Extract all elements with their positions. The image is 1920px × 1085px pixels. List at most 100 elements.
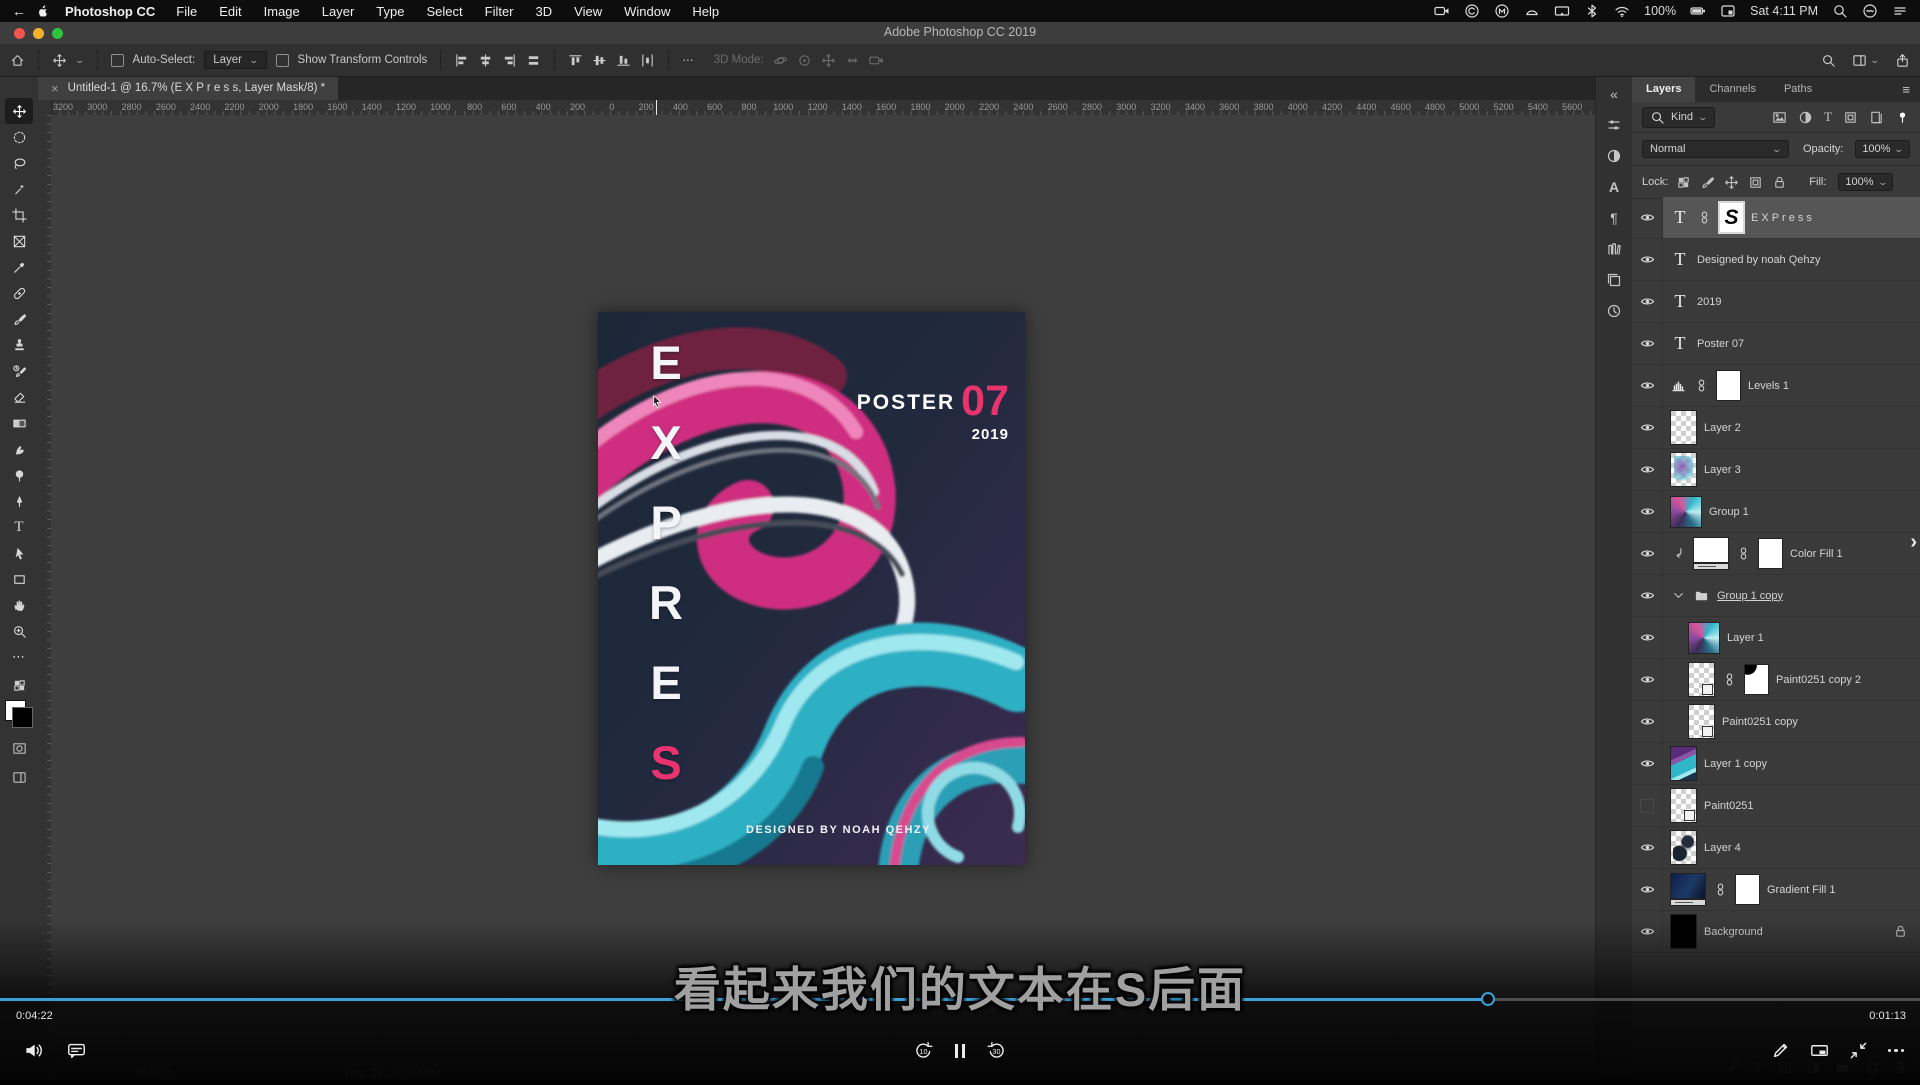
opacity-field[interactable]: 100% ⌄ — [1855, 140, 1910, 158]
layer-visibility-toggle[interactable] — [1632, 617, 1663, 658]
more-options-icon[interactable] — [1888, 1049, 1905, 1053]
layer-row[interactable]: Paint0251 copy — [1632, 701, 1920, 743]
battery-icon[interactable] — [1690, 3, 1706, 19]
auto-select-checkbox[interactable] — [111, 54, 124, 67]
layer-mask-thumbnail[interactable] — [1717, 371, 1740, 400]
layer-name[interactable]: Layer 3 — [1704, 464, 1741, 476]
move-tool-preset-icon[interactable] — [52, 53, 67, 68]
layer-visibility-toggle[interactable] — [1632, 491, 1663, 532]
layer-name[interactable]: Layer 1 copy — [1704, 758, 1767, 770]
rewind-10-button[interactable]: 10 — [914, 1041, 933, 1060]
3d-orbit-icon[interactable] — [773, 53, 788, 68]
layer-name[interactable]: E X P r e s s — [1751, 212, 1812, 224]
spotlight-search-icon[interactable] — [1832, 3, 1848, 19]
tool-healing-icon[interactable] — [5, 280, 33, 306]
tool-brush-icon[interactable] — [5, 306, 33, 332]
layer-thumbnail[interactable] — [1671, 789, 1696, 822]
layer-name[interactable]: Group 1 copy — [1717, 590, 1783, 602]
annotate-pencil-icon[interactable] — [1771, 1041, 1790, 1060]
layer-thumbnail[interactable] — [1671, 497, 1701, 527]
layer-visibility-toggle[interactable] — [1632, 449, 1663, 490]
mask-link-icon[interactable] — [1736, 546, 1751, 561]
tool-wand-icon[interactable] — [5, 176, 33, 202]
color-swatches[interactable] — [4, 699, 34, 729]
tool-lasso-icon[interactable] — [5, 150, 33, 176]
menu-edit[interactable]: Edit — [208, 4, 252, 19]
layer-visibility-toggle[interactable] — [1632, 239, 1663, 280]
layer-visibility-toggle[interactable] — [1632, 575, 1663, 616]
close-tab-icon[interactable]: × — [51, 81, 59, 96]
menu-type[interactable]: Type — [365, 4, 415, 19]
distribute-vertical-icon[interactable] — [640, 53, 655, 68]
align-vertical-centers-icon[interactable] — [592, 53, 607, 68]
tool-dodge-icon[interactable] — [5, 462, 33, 488]
tool-path-select-icon[interactable] — [5, 540, 33, 566]
airplay-display-icon[interactable] — [1554, 3, 1570, 19]
mask-link-icon[interactable] — [1697, 210, 1712, 225]
layer-mask-thumbnail[interactable] — [1759, 539, 1782, 568]
menu-clock[interactable]: Sat 4:11 PM — [1750, 4, 1818, 18]
pause-button[interactable] — [955, 1044, 965, 1058]
filter-pixel-layers-icon[interactable] — [1772, 110, 1787, 125]
tab-channels[interactable]: Channels — [1695, 76, 1769, 102]
auto-select-dropdown[interactable]: Layer ⌄ — [204, 51, 266, 69]
tab-layers[interactable]: Layers — [1632, 76, 1695, 102]
layer-name[interactable]: Paint0251 copy 2 — [1776, 674, 1861, 686]
align-top-edges-icon[interactable] — [568, 53, 583, 68]
miniplayer-icon[interactable] — [1810, 1041, 1829, 1060]
search-icon[interactable] — [1821, 53, 1836, 68]
layer-thumbnail[interactable] — [1671, 453, 1696, 486]
lock-all-icon[interactable] — [1772, 175, 1787, 190]
layer-visibility-toggle[interactable] — [1632, 281, 1663, 322]
swap-colors-icon[interactable] — [12, 678, 27, 693]
mask-link-icon[interactable] — [1713, 882, 1728, 897]
background-color-swatch[interactable] — [12, 707, 33, 728]
filter-shape-layers-icon[interactable] — [1843, 110, 1858, 125]
3d-pan-icon[interactable] — [821, 53, 836, 68]
layer-row[interactable]: Paint0251 — [1632, 785, 1920, 827]
layer-visibility-toggle[interactable] — [1632, 869, 1663, 910]
lock-pixels-icon[interactable] — [1700, 175, 1715, 190]
volume-icon[interactable] — [24, 1041, 43, 1060]
siri-icon[interactable] — [1862, 3, 1878, 19]
forward-30-button[interactable]: 30 — [987, 1041, 1006, 1060]
calendar-app-icon[interactable] — [1720, 3, 1736, 19]
tool-gradient-icon[interactable] — [5, 410, 33, 436]
filter-toggle-icon[interactable] — [1895, 110, 1910, 125]
tool-pen-icon[interactable] — [5, 488, 33, 514]
layer-row[interactable]: Levels 1 — [1632, 365, 1920, 407]
layer-row[interactable]: Layer 4 — [1632, 827, 1920, 869]
tool-stamp-icon[interactable] — [5, 332, 33, 358]
layer-visibility-toggle[interactable] — [1632, 407, 1663, 448]
layer-row[interactable]: TSE X P r e s s — [1632, 197, 1920, 239]
layer-name[interactable]: Color Fill 1 — [1790, 548, 1843, 560]
fill-field[interactable]: 100% ⌄ — [1838, 173, 1893, 191]
tool-eraser-icon[interactable] — [5, 384, 33, 410]
m-app-icon[interactable] — [1494, 3, 1510, 19]
layer-row[interactable]: Group 1 — [1632, 491, 1920, 533]
lock-position-icon[interactable] — [1724, 175, 1739, 190]
menu-view[interactable]: View — [563, 4, 613, 19]
layer-name[interactable]: Layer 4 — [1704, 842, 1741, 854]
history-panel-icon[interactable] — [1606, 303, 1622, 319]
tool-marquee-icon[interactable] — [5, 124, 33, 150]
lock-transparency-icon[interactable] — [1676, 175, 1691, 190]
menu-filter[interactable]: Filter — [474, 4, 525, 19]
layer-thumbnail[interactable] — [1671, 747, 1696, 780]
menu-select[interactable]: Select — [415, 4, 473, 19]
kind-filter-dropdown[interactable]: Kind ⌄ — [1642, 107, 1715, 128]
layer-thumbnail[interactable] — [1671, 411, 1696, 444]
menu-layer[interactable]: Layer — [311, 4, 366, 19]
layer-name[interactable]: Layer 1 — [1727, 632, 1764, 644]
layer-name[interactable]: Designed by noah Qehzy — [1697, 254, 1821, 266]
layer-visibility-toggle[interactable] — [1632, 701, 1663, 742]
layer-mask-thumbnail[interactable]: S — [1720, 203, 1743, 232]
layer-row[interactable]: T2019 — [1632, 281, 1920, 323]
layer-row[interactable]: Layer 2 — [1632, 407, 1920, 449]
align-bottom-edges-icon[interactable] — [616, 53, 631, 68]
menu-3d[interactable]: 3D — [525, 4, 564, 19]
layer-visibility-toggle[interactable] — [1632, 743, 1663, 784]
horizontal-ruler[interactable]: 3200300028002600240022002000180016001400… — [51, 100, 1596, 116]
tool-crop-icon[interactable] — [5, 202, 33, 228]
layer-mask-thumbnail[interactable] — [1736, 875, 1759, 904]
